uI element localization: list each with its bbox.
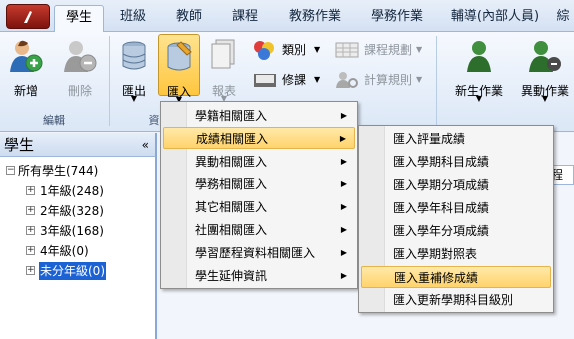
- report-button[interactable]: 報表 ▼: [204, 34, 244, 110]
- collapse-node-icon[interactable]: −: [6, 166, 15, 175]
- category-icon: [254, 41, 274, 60]
- submenu-arrow-icon: ▶: [340, 157, 347, 166]
- add-label: 新增: [13, 84, 38, 98]
- menu-item-label: 學務相關匯入: [195, 177, 268, 191]
- expand-node-icon[interactable]: +: [26, 266, 35, 275]
- submenu-arrow-icon: ▶: [340, 225, 347, 234]
- add-user-icon: [10, 40, 43, 72]
- category-button[interactable]: 類別 ▼: [252, 40, 322, 60]
- application-menu-button[interactable]: [6, 4, 50, 29]
- export-button[interactable]: 匯出 ▼: [114, 34, 154, 110]
- tab-course[interactable]: 課程: [222, 5, 268, 31]
- menu-item-import-semester-subject-score[interactable]: 匯入學期科目成績: [361, 151, 551, 173]
- change-user-icon: [529, 41, 561, 72]
- menu-item-label: 學籍相關匯入: [195, 109, 268, 123]
- book-icon: [254, 74, 276, 87]
- new-student-icon: [467, 41, 491, 72]
- chevron-down-icon: ▼: [314, 45, 321, 54]
- menu-item-student-affairs-import[interactable]: 學務相關匯入 ▶: [163, 173, 355, 195]
- collapse-icon[interactable]: «: [142, 133, 149, 157]
- course-plan-label: 課程規劃: [364, 43, 413, 57]
- menu-item-label: 成績相關匯入: [196, 132, 269, 146]
- calc-rule-button[interactable]: 計算規則 ▼: [334, 70, 424, 90]
- course-enroll-label: 修課: [282, 73, 307, 87]
- import-icon: [167, 41, 192, 71]
- schedule-icon: [335, 42, 359, 58]
- menu-item-import-retake-score[interactable]: 匯入重補修成績: [361, 266, 551, 288]
- menu-item-label: 學習歷程資料相關匯入: [195, 246, 316, 260]
- expand-node-icon[interactable]: +: [26, 186, 35, 195]
- tree-node-label: 1年級(248): [40, 184, 104, 198]
- tree-node-label: 未分年級(0): [39, 262, 106, 280]
- panel-header: 學生 «: [0, 133, 155, 157]
- submenu-arrow-icon: ▶: [340, 248, 347, 257]
- menu-item-change-import[interactable]: 異動相關匯入 ▶: [163, 151, 355, 173]
- submenu-arrow-icon: ▶: [339, 134, 346, 143]
- tab-academic-affairs[interactable]: 教務作業: [280, 5, 350, 31]
- menu-item-label: 異動相關匯入: [195, 155, 268, 169]
- tab-student-affairs[interactable]: 學務作業: [362, 5, 432, 31]
- menu-item-score-import[interactable]: 成績相關匯入 ▶: [163, 127, 355, 149]
- menu-item-label: 社團相關匯入: [195, 223, 268, 237]
- import-menu: 學籍相關匯入 ▶ 成績相關匯入 ▶ 異動相關匯入 ▶ 學務相關匯入 ▶ 其它相關…: [160, 101, 358, 289]
- menu-item-import-year-domain-score[interactable]: 匯入學年分項成績: [361, 220, 551, 242]
- course-enroll-button[interactable]: 修課 ▼: [252, 70, 322, 90]
- category-label: 類別: [282, 43, 307, 57]
- export-icon: [122, 41, 146, 70]
- score-import-submenu: 匯入評量成績 匯入學期科目成績 匯入學期分項成績 匯入學年科目成績 匯入學年分項…: [358, 125, 554, 313]
- tree-node-label: 2年級(328): [40, 204, 104, 218]
- submenu-arrow-icon: ▶: [340, 271, 347, 280]
- submenu-arrow-icon: ▶: [340, 202, 347, 211]
- panel-title: 學生: [4, 136, 35, 154]
- expand-node-icon[interactable]: +: [26, 226, 35, 235]
- report-icon: [211, 39, 235, 69]
- tab-class[interactable]: 班級: [110, 5, 156, 31]
- edit-group-label: 編輯: [43, 114, 65, 127]
- ribbon-tab-bar: 學生 班級 教師 課程 教務作業 學務作業 輔導(內部人員) 綜: [0, 0, 574, 33]
- tab-teacher[interactable]: 教師: [166, 5, 212, 31]
- calc-rule-label: 計算規則: [364, 73, 413, 87]
- ribbon-separator: [109, 36, 110, 126]
- delete-student-button[interactable]: 刪除: [58, 34, 102, 110]
- submenu-arrow-icon: ▶: [340, 111, 347, 120]
- student-panel: 學生 « − 所有學生(744) + 1年級(248) + 2年級(328) +…: [0, 133, 157, 339]
- expand-node-icon[interactable]: +: [26, 206, 35, 215]
- users-gear-icon: [336, 72, 358, 88]
- tree-node-label: 4年級(0): [40, 244, 89, 258]
- remove-user-icon: [64, 41, 97, 72]
- new-student-button[interactable]: 新生作業 ▼: [446, 34, 512, 110]
- tree-node-label: 3年級(168): [40, 224, 104, 238]
- change-button[interactable]: 異動作業 ▼: [516, 34, 574, 110]
- tree-root-label: 所有學生(744): [18, 164, 99, 178]
- menu-item-import-update-subject-level[interactable]: 匯入更新學期科目級別: [361, 289, 551, 311]
- tab-student[interactable]: 學生: [54, 5, 104, 33]
- tab-counseling[interactable]: 輔導(內部人員): [446, 5, 544, 31]
- menu-item-label: 學生延伸資訊: [195, 269, 268, 283]
- course-plan-button[interactable]: 課程規劃 ▼: [334, 40, 424, 60]
- menu-item-import-semester-domain-score[interactable]: 匯入學期分項成績: [361, 174, 551, 196]
- menu-item-other-import[interactable]: 其它相關匯入 ▶: [163, 196, 355, 218]
- chevron-down-icon: ▼: [314, 75, 321, 84]
- chevron-down-icon: ▼: [475, 94, 483, 103]
- expand-node-icon[interactable]: +: [26, 246, 35, 255]
- import-button[interactable]: 匯入 ▼: [158, 34, 200, 104]
- menu-item-import-year-subject-score[interactable]: 匯入學年科目成績: [361, 197, 551, 219]
- delete-label: 刪除: [67, 84, 92, 98]
- menu-item-label: 其它相關匯入: [195, 200, 268, 214]
- submenu-arrow-icon: ▶: [340, 179, 347, 188]
- chevron-down-icon: ▼: [416, 75, 423, 84]
- chevron-down-icon: ▼: [130, 94, 138, 103]
- menu-item-club-import[interactable]: 社團相關匯入 ▶: [163, 219, 355, 241]
- tab-overflow[interactable]: 綜: [552, 5, 574, 31]
- app-logo-icon: [24, 11, 32, 23]
- ribbon-separator: [436, 36, 437, 126]
- menu-item-import-semester-mapping[interactable]: 匯入學期對照表: [361, 243, 551, 265]
- chevron-down-icon: ▼: [541, 94, 549, 103]
- menu-item-student-extension[interactable]: 學生延伸資訊 ▶: [163, 265, 355, 287]
- add-student-button[interactable]: 新增: [4, 34, 48, 110]
- menu-item-learning-history-import[interactable]: 學習歷程資料相關匯入 ▶: [163, 242, 355, 264]
- menu-item-enrollment-import[interactable]: 學籍相關匯入 ▶: [163, 105, 355, 127]
- chevron-down-icon: ▼: [416, 45, 423, 54]
- menu-item-import-exam-score[interactable]: 匯入評量成績: [361, 128, 551, 150]
